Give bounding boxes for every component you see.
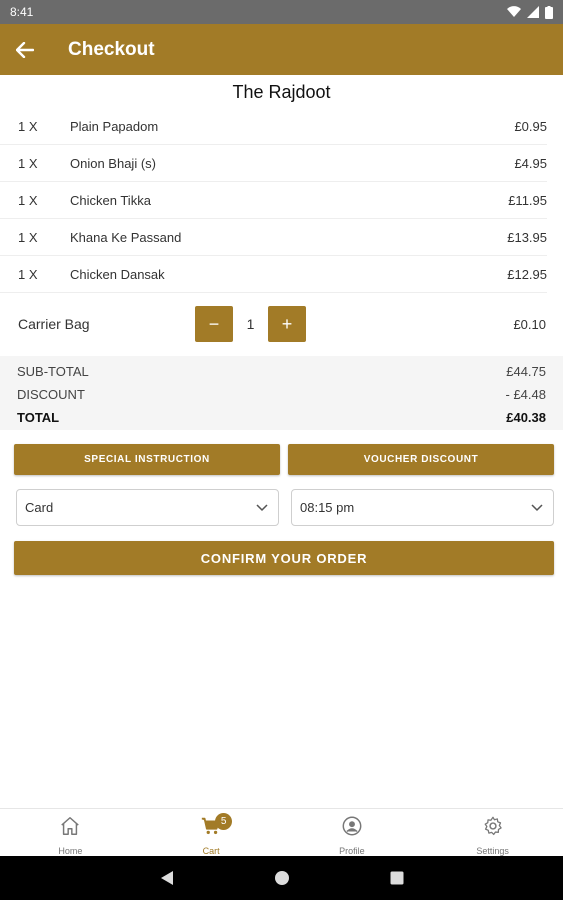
order-item: 1 X Onion Bhaji (s) £4.95 [0, 145, 547, 182]
decrease-quantity-button[interactable]: − [195, 306, 233, 342]
item-price: £12.95 [507, 266, 547, 282]
status-bar: 8:41 [0, 0, 563, 24]
system-home-icon[interactable] [274, 870, 290, 886]
chevron-down-icon [531, 503, 543, 511]
discount-label: DISCOUNT [17, 387, 85, 402]
carrier-bag-label: Carrier Bag [18, 316, 90, 332]
order-item: 1 X Plain Papadom £0.95 [0, 108, 547, 145]
nav-label: Home [58, 846, 83, 856]
page-title: Checkout [68, 38, 155, 60]
discount-value: - £4.48 [505, 387, 546, 402]
nav-label: Profile [339, 846, 365, 856]
nav-label: Cart [202, 846, 220, 856]
order-options: Card 08:15 pm [16, 489, 554, 526]
voucher-discount-button[interactable]: VOUCHER DISCOUNT [288, 444, 554, 475]
confirm-order-button[interactable]: CONFIRM YOUR ORDER [14, 541, 554, 575]
order-item-list: 1 X Plain Papadom £0.95 1 X Onion Bhaji … [0, 108, 563, 293]
item-price: £13.95 [507, 229, 547, 245]
total-row: TOTAL £40.38 [17, 406, 546, 429]
nav-item-settings[interactable]: Settings [422, 809, 563, 856]
system-back-icon[interactable] [160, 870, 174, 886]
carrier-bag-price: £0.10 [513, 316, 546, 332]
delivery-time-value: 08:15 pm [300, 500, 355, 515]
system-recents-icon[interactable] [390, 871, 404, 885]
item-quantity: 1 X [18, 229, 38, 245]
order-item: 1 X Chicken Tikka £11.95 [0, 182, 547, 219]
nav-item-cart[interactable]: 5 Cart [141, 809, 282, 856]
status-time: 8:41 [10, 5, 34, 19]
item-quantity: 1 X [18, 266, 38, 282]
payment-method-value: Card [25, 500, 54, 515]
arrow-left-icon [16, 41, 34, 58]
subtotal-label: SUB-TOTAL [17, 364, 89, 379]
item-price: £4.95 [514, 155, 547, 171]
order-totals: SUB-TOTAL £44.75 DISCOUNT - £4.48 TOTAL … [0, 356, 563, 430]
home-icon [61, 817, 80, 835]
cart-count-badge: 5 [215, 813, 233, 830]
carrier-bag-quantity: 1 [246, 316, 255, 332]
special-instruction-button[interactable]: SPECIAL INSTRUCTION [14, 444, 280, 475]
delivery-time-select[interactable]: 08:15 pm [291, 489, 554, 526]
action-buttons: SPECIAL INSTRUCTION VOUCHER DISCOUNT [14, 444, 554, 475]
signal-icon [527, 6, 539, 18]
profile-icon [342, 816, 362, 836]
item-name: Chicken Tikka [70, 192, 151, 208]
item-name: Onion Bhaji (s) [70, 155, 156, 171]
increase-quantity-button[interactable]: + [268, 306, 306, 342]
carrier-bag-row: Carrier Bag − 1 + £0.10 [0, 305, 563, 343]
item-price: £0.95 [514, 118, 547, 134]
bottom-navigation: Home 5 Cart Profile Settings [0, 808, 563, 856]
item-name: Khana Ke Passand [70, 229, 182, 245]
checkout-screen: 8:41 Checkout The Rajdoot 1 X Plain Papa… [0, 0, 563, 900]
nav-label: Settings [476, 846, 509, 856]
system-navigation-bar [0, 856, 563, 900]
subtotal-value: £44.75 [506, 364, 546, 379]
restaurant-name: The Rajdoot [232, 82, 331, 102]
total-value: £40.38 [506, 410, 546, 425]
app-bar: Checkout [0, 24, 563, 75]
gear-icon [484, 816, 502, 836]
item-quantity: 1 X [18, 192, 38, 208]
subtotal-row: SUB-TOTAL £44.75 [17, 360, 546, 383]
item-quantity: 1 X [18, 155, 38, 171]
total-label: TOTAL [17, 410, 60, 425]
item-name: Chicken Dansak [70, 266, 165, 282]
chevron-down-icon [256, 503, 268, 511]
payment-method-select[interactable]: Card [16, 489, 279, 526]
discount-row: DISCOUNT - £4.48 [17, 383, 546, 406]
back-button[interactable] [0, 24, 50, 75]
nav-item-profile[interactable]: Profile [282, 809, 423, 856]
order-item: 1 X Khana Ke Passand £13.95 [0, 219, 547, 256]
item-price: £11.95 [508, 192, 547, 208]
item-name: Plain Papadom [70, 118, 159, 134]
order-item: 1 X Chicken Dansak £12.95 [0, 256, 547, 293]
wifi-icon [507, 6, 521, 18]
item-quantity: 1 X [18, 118, 38, 134]
status-icons [507, 5, 553, 19]
nav-item-home[interactable]: Home [0, 809, 141, 856]
battery-icon [545, 5, 553, 19]
